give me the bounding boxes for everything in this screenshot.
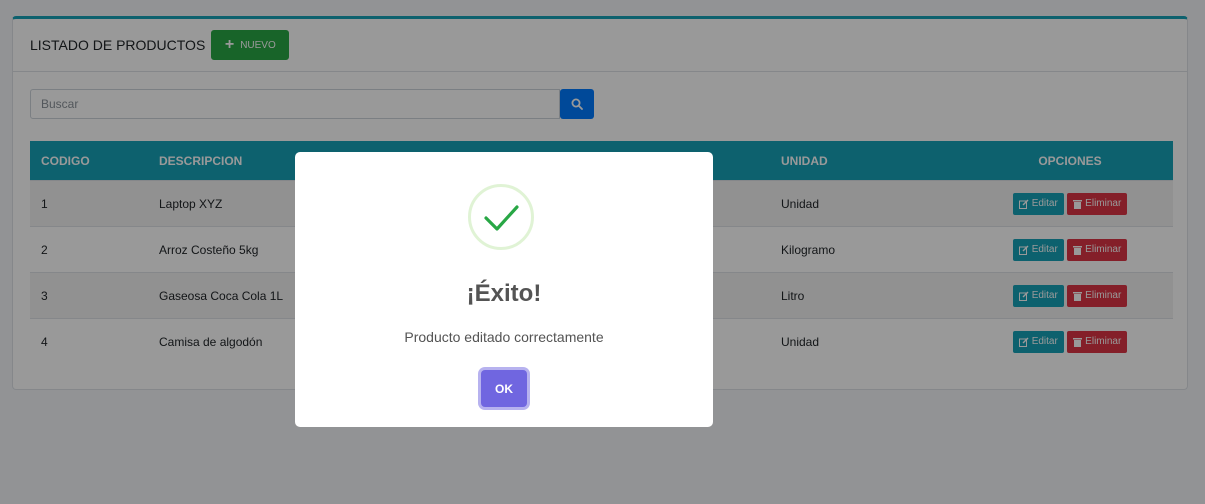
dialog-title: ¡Éxito! [466, 280, 542, 307]
success-check-icon [468, 184, 534, 250]
ok-button[interactable]: OK [481, 370, 527, 407]
dialog-message: Producto editado correctamente [404, 329, 604, 345]
success-dialog: ¡Éxito! Producto editado correctamente O… [295, 152, 713, 427]
